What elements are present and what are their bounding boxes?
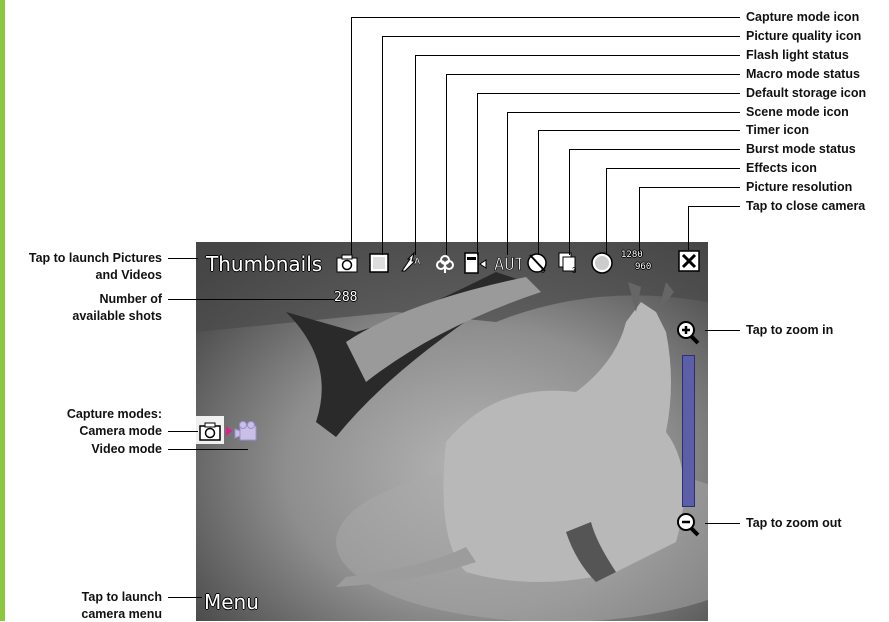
mode-arrow-icon xyxy=(226,426,232,436)
scene-mode-icon[interactable]: AUTO xyxy=(493,253,521,273)
callout-line xyxy=(606,168,740,169)
callout-macro-mode-status: Macro mode status xyxy=(746,67,860,81)
callout-capture-mode-icon: Capture mode icon xyxy=(746,10,860,24)
callout-line xyxy=(477,93,740,94)
zoom-out-icon[interactable] xyxy=(676,512,700,538)
callout-line xyxy=(606,168,607,255)
callout-timer-icon: Timer icon xyxy=(746,123,809,137)
resolution-icon[interactable]: 1280 960 xyxy=(621,250,657,276)
svg-text:5: 5 xyxy=(541,268,545,275)
callout-line xyxy=(688,206,740,207)
callout-launch-pictures-line1: Tap to launch Pictures xyxy=(28,251,162,265)
callout-line xyxy=(351,17,740,18)
callout-line xyxy=(569,149,570,255)
menu-button[interactable]: Menu xyxy=(204,590,259,614)
callout-line xyxy=(168,597,202,598)
camera-mode-icon xyxy=(199,422,221,441)
camera-icon[interactable] xyxy=(336,253,358,273)
svg-text:3: 3 xyxy=(572,266,577,274)
available-shots-count: 288 xyxy=(334,290,358,305)
callout-line xyxy=(415,55,740,56)
callout-line xyxy=(477,93,478,255)
callout-line xyxy=(507,112,508,255)
callout-zoom-out: Tap to zoom out xyxy=(746,516,842,530)
callout-picture-quality-icon: Picture quality icon xyxy=(746,29,862,43)
svg-text:AUTO: AUTO xyxy=(494,255,521,273)
callout-line xyxy=(688,206,689,250)
callout-flash-light-status: Flash light status xyxy=(746,48,849,62)
callout-line xyxy=(168,449,248,450)
callout-line xyxy=(351,17,352,255)
callout-line xyxy=(507,112,740,113)
callout-line xyxy=(446,74,740,75)
callout-scene-mode-icon: Scene mode icon xyxy=(746,105,849,119)
callout-line xyxy=(538,130,740,131)
callout-effects-icon: Effects icon xyxy=(746,161,817,175)
callout-menu-line2: camera menu xyxy=(81,607,162,621)
callout-burst-mode-status: Burst mode status xyxy=(746,142,856,156)
picture-quality-icon[interactable] xyxy=(369,253,389,273)
accent-side-bar xyxy=(0,0,5,621)
svg-text:A: A xyxy=(414,256,421,266)
close-icon[interactable] xyxy=(678,250,700,272)
callout-modes-line2: Camera mode xyxy=(79,424,162,438)
callout-line xyxy=(446,74,447,255)
callout-line xyxy=(382,36,383,255)
burst-mode-icon[interactable]: 3 xyxy=(558,252,580,274)
callout-line xyxy=(639,187,640,252)
resolution-height: 960 xyxy=(635,262,652,272)
macro-icon[interactable] xyxy=(434,252,456,274)
callout-line xyxy=(639,187,740,188)
callout-shots-line2: available shots xyxy=(72,309,162,323)
callout-tap-to-close-camera: Tap to close camera xyxy=(746,199,866,213)
callout-shots-line1: Number of xyxy=(99,292,163,306)
callout-picture-resolution: Picture resolution xyxy=(746,180,853,194)
callout-modes-line1: Capture modes: xyxy=(66,407,162,421)
zoom-slider[interactable] xyxy=(682,355,695,507)
callout-line xyxy=(168,299,334,300)
effects-icon[interactable] xyxy=(590,251,614,275)
callout-default-storage-icon: Default storage icon xyxy=(746,86,867,100)
callout-line xyxy=(538,130,539,255)
thumbnails-button[interactable]: Thumbnails xyxy=(206,252,322,276)
callout-line xyxy=(168,258,198,259)
callout-line xyxy=(168,431,198,432)
callout-modes-line3: Video mode xyxy=(91,442,162,456)
callout-zoom-in: Tap to zoom in xyxy=(746,323,834,337)
callout-line xyxy=(382,36,740,37)
zoom-in-icon[interactable] xyxy=(676,320,700,346)
callout-line xyxy=(569,149,740,150)
storage-icon[interactable] xyxy=(464,252,488,274)
callout-menu-line1: Tap to launch xyxy=(81,590,162,604)
callout-line xyxy=(705,523,740,524)
callout-line xyxy=(415,55,416,255)
callout-line xyxy=(705,330,740,331)
flash-icon[interactable]: A xyxy=(399,251,423,273)
video-mode-icon[interactable] xyxy=(234,420,260,442)
callout-launch-pictures-line2: and Videos xyxy=(95,268,162,282)
